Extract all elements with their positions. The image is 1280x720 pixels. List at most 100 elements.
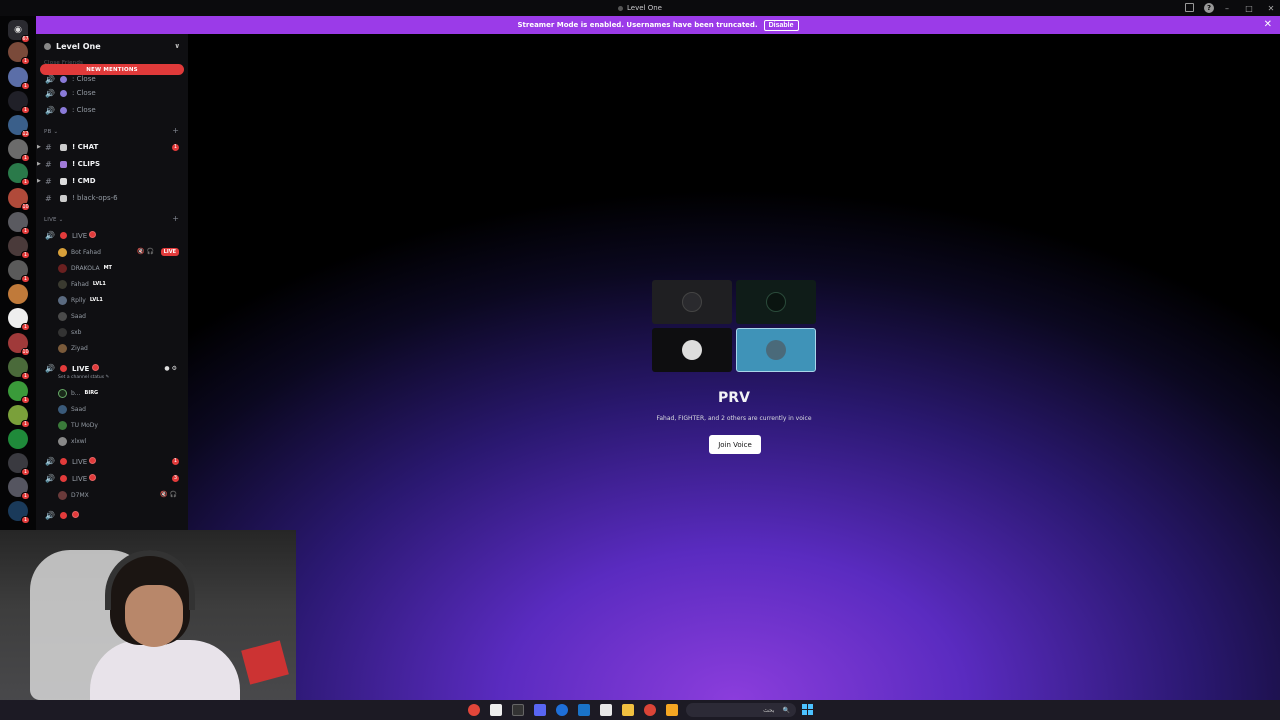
server-badge: 1 [21,178,30,186]
webcam-overlay [0,530,296,720]
server-icon-10[interactable]: 1 [8,260,30,283]
voice-user[interactable]: TU MoDy [58,418,98,432]
taskbar-outlook-icon[interactable] [578,704,590,716]
windows-start-icon[interactable] [802,704,813,715]
minimize-icon[interactable]: – [1222,3,1232,13]
server-badge: 1 [21,227,30,235]
banner-close-icon[interactable]: ✕ [1264,19,1272,30]
taskbar-search[interactable]: بحث 🔍 [686,703,796,717]
close-icon[interactable]: ✕ [1266,3,1276,13]
taskbar-discord-icon[interactable] [534,704,546,716]
server-icon-14[interactable]: 1 [8,357,30,380]
taskbar-chrome-icon[interactable] [644,704,656,716]
category-live[interactable]: LIVE ⌄ [44,217,64,223]
participant-tile [736,328,816,372]
home-button[interactable]: ◉ 67 [8,20,30,43]
voice-user[interactable]: Ziyad [58,341,88,355]
server-icon-4[interactable]: 12 [8,115,30,138]
channel-clips[interactable]: ▶ # ! CLIPS [36,157,188,171]
join-voice-button[interactable]: Join Voice [709,435,761,454]
voice-user[interactable]: sxb [58,325,82,339]
add-channel-icon[interactable]: + [172,214,179,223]
voice-user[interactable]: Saad [58,402,86,416]
avatar [58,404,67,414]
disable-streamer-mode-button[interactable]: Disable [763,19,799,31]
voice-channel-live-3[interactable]: 🔊 LIVE 1 [36,454,188,468]
mention-badge: 1 [172,143,179,151]
channel-cmd[interactable]: ▶ # ! CMD [36,174,188,188]
terminal-icon [60,177,67,185]
voice-icon: 🔊 [45,105,55,115]
discord-icon: ◉ [14,25,22,35]
voice-user[interactable]: Saad [58,309,86,323]
voice-channel-live-2[interactable]: 🔊 LIVE ●⚙ [36,361,188,375]
taskbar-camera-icon[interactable] [490,704,502,716]
app-title: Level One [618,4,662,12]
chat-invite-settings-icons[interactable]: ●⚙ [164,365,179,372]
voice-user[interactable]: xlxwl [58,434,86,448]
mention-badge: 1 [172,457,179,465]
user-name: TU MoDy [71,421,98,429]
server-icon-2[interactable]: 1 [8,67,30,90]
speaker-icon: 🔊 [45,473,55,483]
channel-close-1[interactable]: 🔊 : Close [36,72,188,86]
server-icon-16[interactable]: 1 [8,405,30,428]
server-header[interactable]: Level One ∨ [36,34,188,58]
start-tile [802,710,807,715]
channel-close-3[interactable]: 🔊 : Close [36,103,188,117]
windows-taskbar: بحث 🔍 [0,700,1280,720]
help-icon[interactable]: ? [1204,3,1214,13]
server-icon-12[interactable]: 1 [8,308,30,331]
avatar [58,436,67,446]
channel-status[interactable]: Set a channel status ✎ [58,375,109,380]
channel-chat[interactable]: ▶ # ! CHAT 1 [36,140,188,154]
speaker-icon: 🔊 [45,363,55,373]
category-pb[interactable]: PB ⌄ [44,129,58,135]
server-icon-8[interactable]: 1 [8,212,30,235]
server-icon-9[interactable]: 1 [8,236,30,259]
participant-tile [652,280,732,324]
server-icon-18[interactable]: 1 [8,453,30,476]
server-icon-17[interactable] [8,429,28,449]
server-icon-13[interactable]: 10 [8,333,30,356]
taskbar-app-icon[interactable] [512,704,524,716]
channel-black-ops-6[interactable]: # ! black-ops-6 [36,191,188,205]
server-badge: 1 [21,251,30,259]
server-icon-11[interactable] [8,284,28,304]
taskbar-app-icon[interactable] [666,704,678,716]
voice-user[interactable]: DRAKOLA MT [58,261,112,275]
channel-emoji-icon [60,106,67,114]
server-icon-3[interactable]: 1 [8,91,30,114]
voice-user[interactable]: Rplly LVL1 [58,293,103,307]
taskbar-store-icon[interactable] [600,704,612,716]
server-icon-1[interactable]: 1 [8,42,30,65]
server-icon-20[interactable]: 1 [8,501,30,524]
taskbar-app-icon[interactable] [556,704,568,716]
add-channel-icon[interactable]: + [172,126,179,135]
channel-close-2[interactable]: 🔊 : Close [36,86,188,100]
live-dot-icon [72,510,79,518]
voice-channel-partial[interactable]: 🔊 [36,508,188,522]
voice-channel-live-4[interactable]: 🔊 LIVE 3 [36,471,188,485]
voice-user[interactable]: Bot Fahad [58,245,101,259]
category-label: PB [44,129,52,135]
voice-channel-live-1[interactable]: 🔊 LIVE [36,228,188,242]
server-icon-7[interactable]: 10 [8,188,30,211]
server-icon-5[interactable]: 1 [8,139,30,162]
channel-label: ! CMD [72,177,96,185]
inbox-icon[interactable] [1185,3,1194,12]
live-dot-icon [60,474,67,482]
participant-tile [652,328,732,372]
maximize-icon[interactable]: □ [1244,3,1254,13]
voice-user[interactable]: D7MX [58,488,89,502]
taskbar-app-icon[interactable] [468,704,480,716]
voice-user[interactable]: b... BIRG [58,386,98,400]
avatar [58,420,67,430]
home-badge: 67 [21,35,30,43]
server-icon-19[interactable]: 1 [8,477,30,500]
server-icon-15[interactable]: 1 [8,381,30,404]
voice-user[interactable]: Fahad LVL1 [58,277,106,291]
taskbar-folder-icon[interactable] [622,704,634,716]
avatar [58,295,67,305]
server-icon-6[interactable]: 1 [8,163,30,186]
